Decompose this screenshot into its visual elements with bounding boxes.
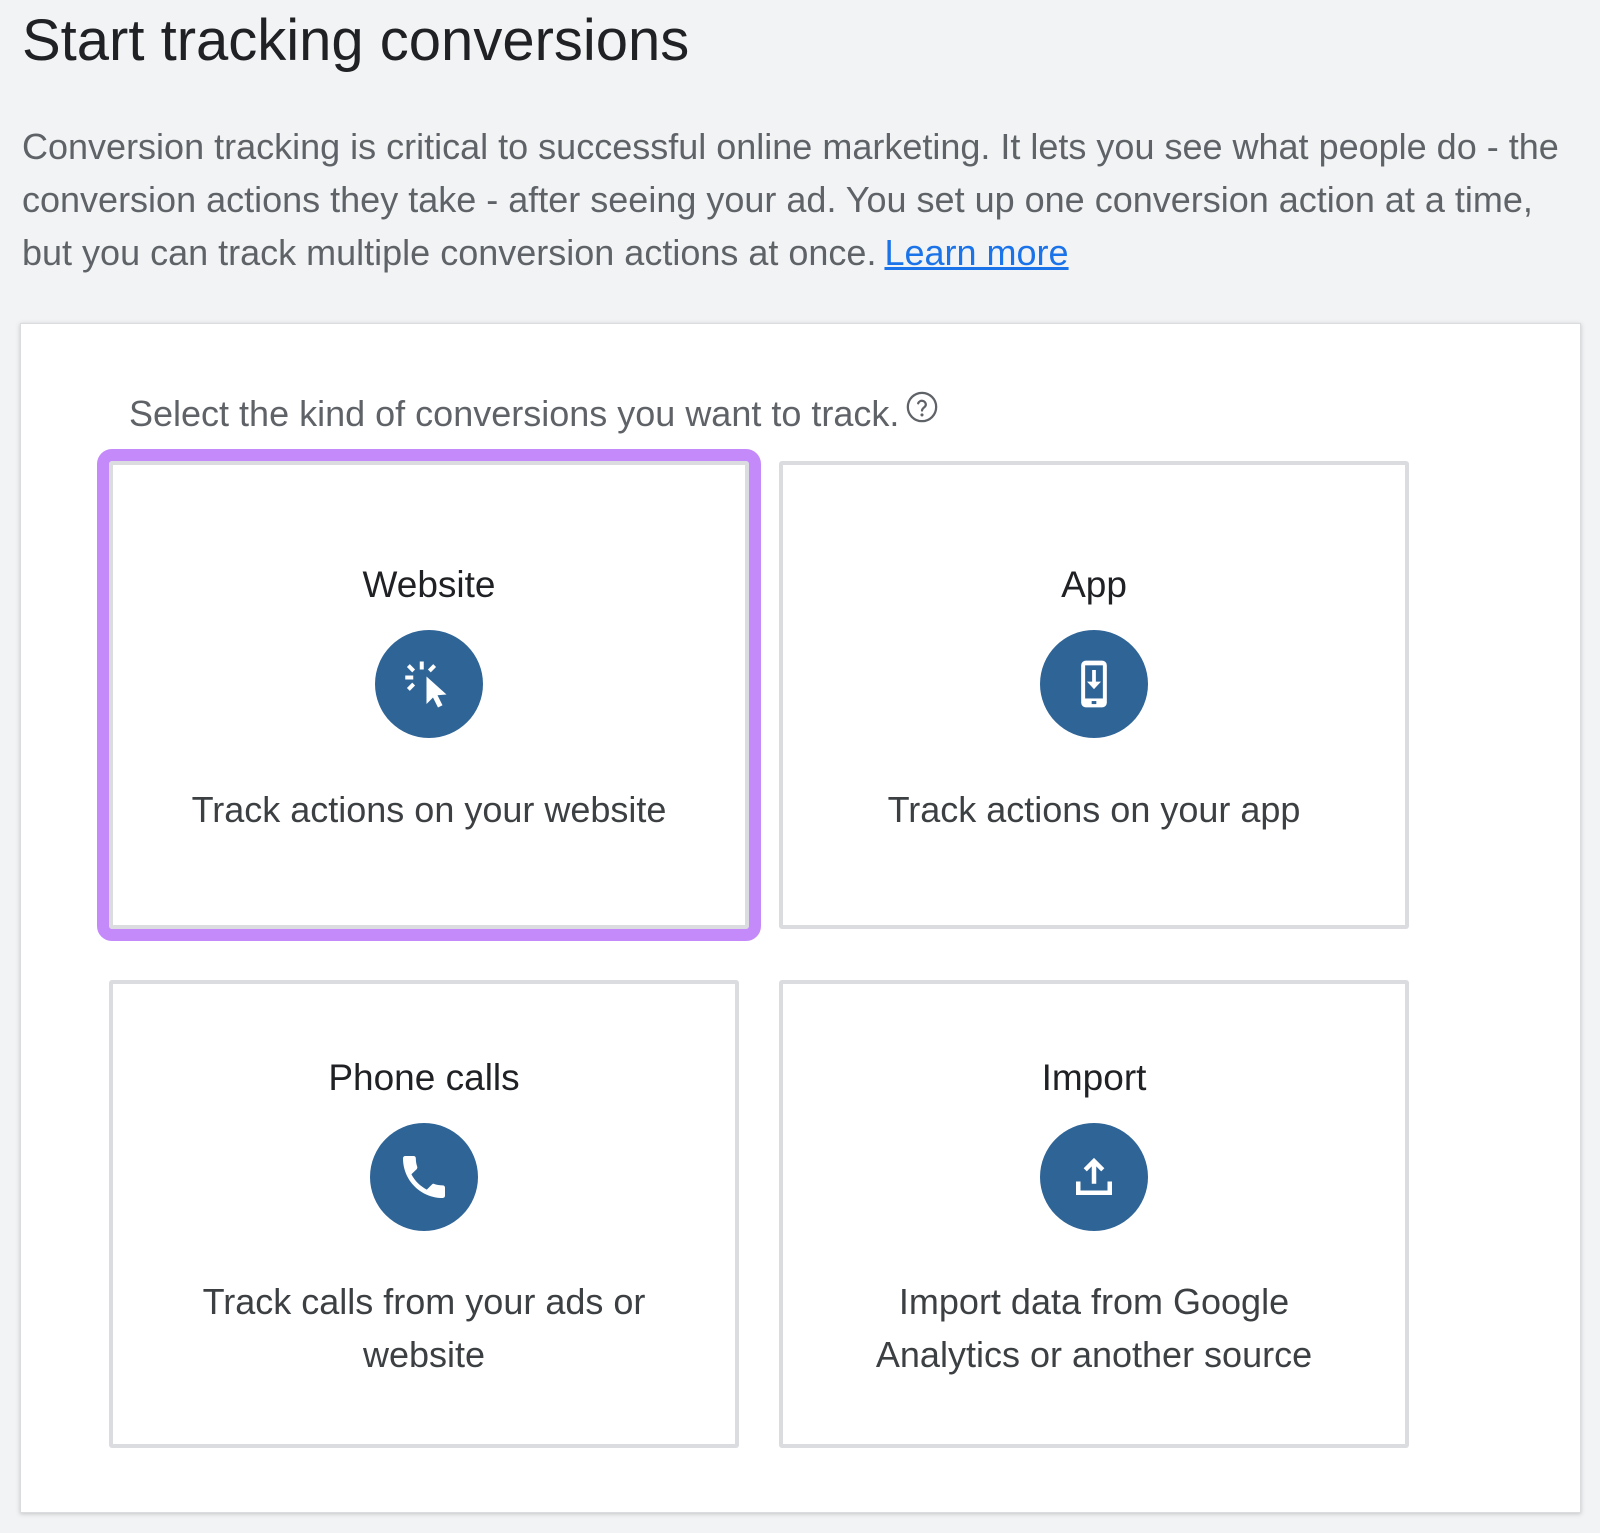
card-app-description: Track actions on your app (887, 789, 1301, 830)
intro-body: Conversion tracking is critical to succe… (22, 126, 1559, 273)
phone-download-icon (1040, 630, 1148, 738)
card-phone-calls-description: Track calls from your ads or website (202, 1281, 646, 1375)
upload-icon (1040, 1123, 1148, 1231)
intro-text: Conversion tracking is critical to succe… (22, 120, 1582, 279)
card-website-title: Website (362, 564, 496, 605)
help-circle-icon[interactable] (905, 390, 939, 424)
card-website-description: Track actions on your website (191, 789, 667, 830)
card-phone-calls[interactable]: Phone calls Track calls from your ads or… (109, 980, 739, 1448)
phone-icon (370, 1123, 478, 1231)
select-prompt: Select the kind of conversions you want … (129, 390, 939, 436)
card-website[interactable]: Website Track actions on your website (97, 449, 761, 941)
card-import[interactable]: Import Import data from Google Analytics… (779, 980, 1409, 1448)
card-import-title: Import (1041, 1057, 1147, 1098)
card-import-description: Import data from Google Analytics or ano… (875, 1281, 1313, 1375)
select-prompt-text: Select the kind of conversions you want … (129, 393, 900, 434)
card-phone-calls-title: Phone calls (328, 1057, 520, 1098)
card-app[interactable]: App Track actions on your app (779, 461, 1409, 929)
page-title: Start tracking conversions (22, 8, 690, 73)
cursor-click-icon (375, 630, 483, 738)
learn-more-link[interactable]: Learn more (884, 232, 1068, 273)
conversion-type-panel: Select the kind of conversions you want … (20, 323, 1581, 1513)
card-app-title: App (1061, 564, 1127, 605)
